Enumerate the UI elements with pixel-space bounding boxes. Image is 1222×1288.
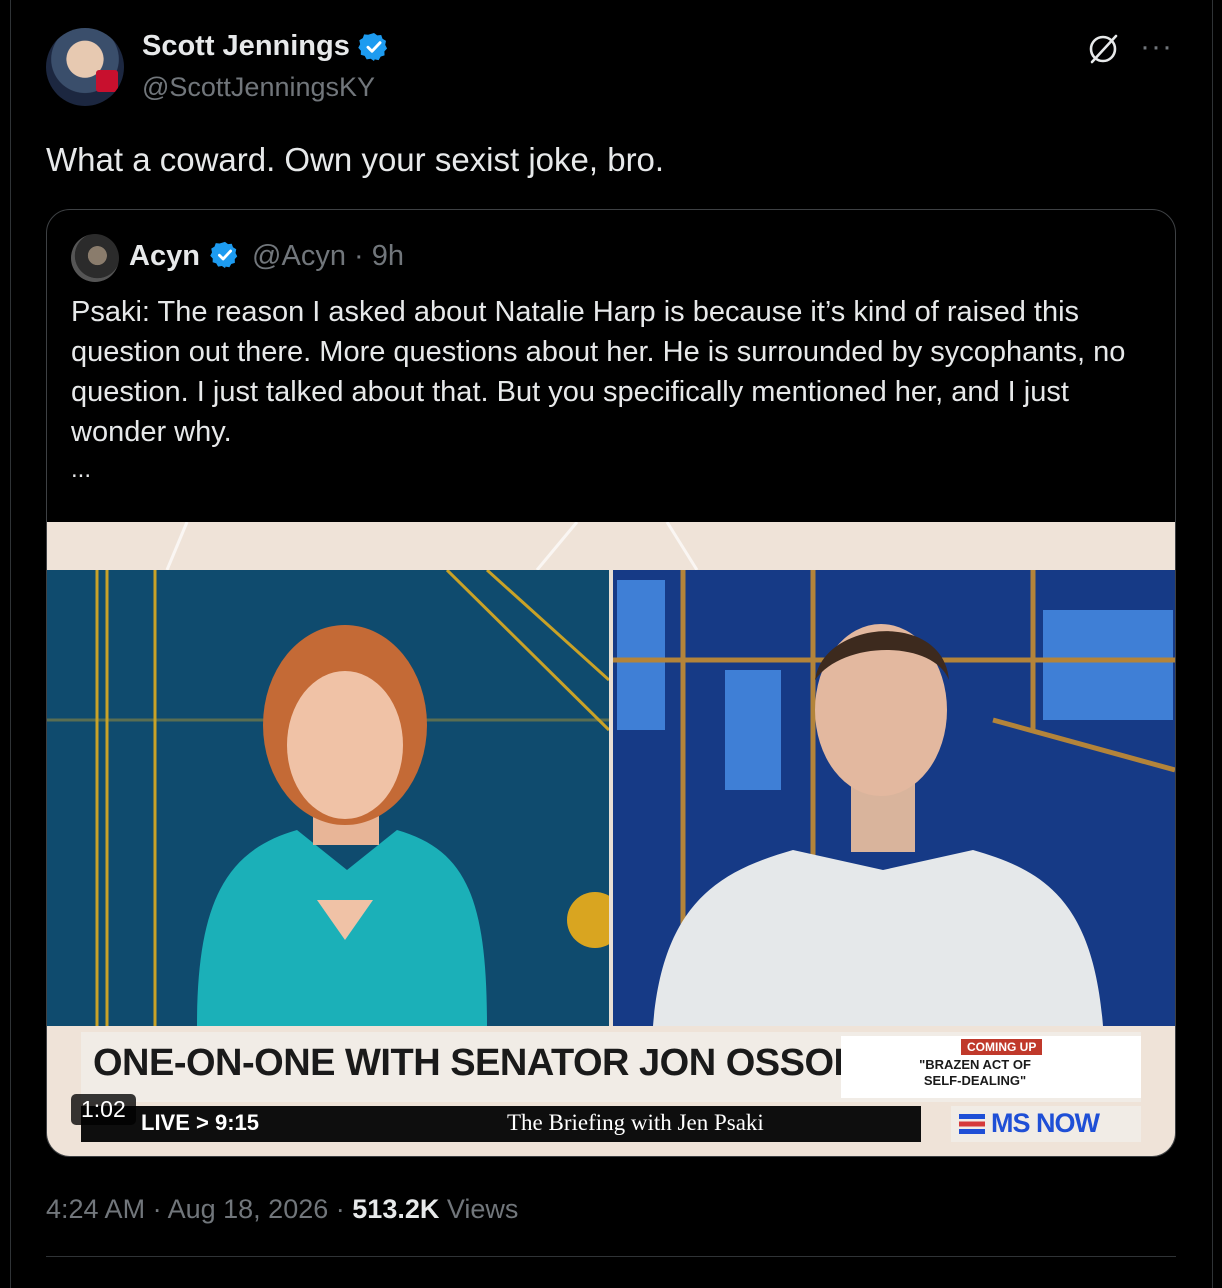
quoted-text: Psaki: The reason I asked about Natalie … — [71, 296, 1126, 448]
promo-text: "BRAZEN ACT OF SELF-DEALING" — [919, 1057, 1031, 1088]
verified-badge-icon — [358, 33, 387, 62]
quoted-post[interactable]: Acyn @Acyn · 9h Psaki: The reason I aske… — [46, 209, 1176, 1157]
video-panel-guest — [613, 570, 1175, 1026]
verified-badge-icon — [210, 242, 238, 269]
network-logo: MS NOW — [951, 1106, 1141, 1142]
post-meta: 4:24 AM · Aug 18, 2026 · 513.2K Views — [46, 1194, 518, 1225]
more-icon[interactable]: ··· — [1140, 30, 1173, 64]
post-date[interactable]: Aug 18, 2026 — [168, 1194, 329, 1224]
views-label: Views — [446, 1194, 519, 1224]
video-panel-host — [47, 570, 609, 1026]
quoted-ellipsis: ... — [71, 456, 92, 483]
author-avatar[interactable] — [46, 28, 124, 106]
column-border-left — [10, 0, 11, 1288]
coming-up-label: COMING UP — [961, 1039, 1043, 1055]
ticker-bar: LIVE > 9:15 The Briefing with Jen Psaki — [81, 1106, 921, 1142]
quoted-author-avatar[interactable] — [71, 234, 119, 282]
ticker-show: The Briefing with Jen Psaki — [507, 1110, 764, 1135]
quoted-header: Acyn @Acyn · 9h — [129, 240, 404, 274]
author-handle[interactable]: @ScottJenningsKY — [142, 72, 375, 103]
quoted-age[interactable]: 9h — [372, 240, 404, 272]
chyron-title: ONE-ON-ONE WITH SENATOR JON OSSOFF — [93, 1042, 879, 1084]
network-label: MS NOW — [991, 1108, 1100, 1138]
separator: · — [335, 1194, 345, 1224]
column-border-right — [1212, 0, 1213, 1288]
separator: · — [354, 240, 364, 272]
author-name-row[interactable]: Scott Jennings — [142, 30, 390, 63]
quoted-author-handle[interactable]: @Acyn — [252, 240, 346, 272]
separator: · — [152, 1194, 162, 1224]
ticker-live: LIVE > 9:15 — [141, 1110, 260, 1135]
post-text: What a coward. Own your sexist joke, bro… — [46, 141, 665, 178]
post-time[interactable]: 4:24 AM — [46, 1194, 145, 1224]
grok-icon[interactable] — [1084, 30, 1122, 68]
meta-divider — [46, 1256, 1176, 1257]
author-name[interactable]: Scott Jennings — [142, 30, 350, 62]
quoted-author-name[interactable]: Acyn — [129, 240, 200, 272]
studio-backdrop — [165, 522, 699, 570]
network-mark-icon — [959, 1114, 985, 1134]
views-count: 513.2K — [352, 1194, 440, 1224]
video-duration: 1:02 — [71, 1094, 136, 1125]
video-player[interactable]: ONE-ON-ONE WITH SENATOR JON OSSOFF COMIN… — [47, 522, 1175, 1156]
